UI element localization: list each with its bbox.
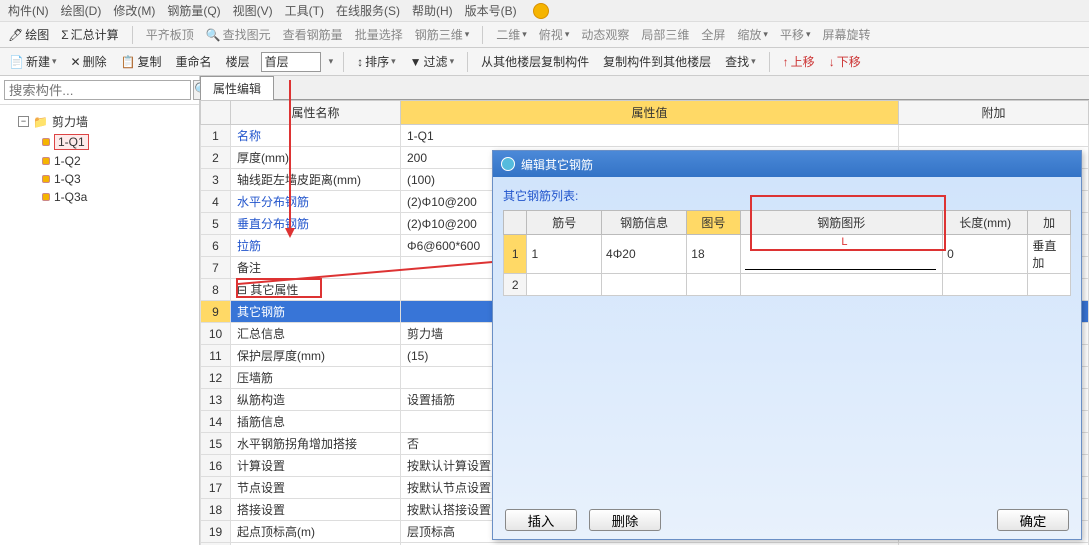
tb-top[interactable]: 俯视 ▾ — [537, 26, 572, 43]
folder-icon: 📁 — [33, 115, 48, 129]
floor-label: 楼层 — [223, 53, 253, 70]
dot-icon — [42, 175, 50, 183]
tb-level[interactable]: 平齐板顶 — [144, 26, 196, 43]
tb-rotate[interactable]: 屏幕旋转 — [820, 26, 872, 43]
tb-rename[interactable]: 重命名 — [173, 53, 215, 70]
rebar-row[interactable]: 2 — [504, 274, 1071, 296]
tb-copyfrom[interactable]: 从其他楼层复制构件 — [478, 53, 592, 70]
ok-button[interactable]: 确定 — [997, 509, 1069, 531]
app-icon — [501, 157, 515, 171]
tree-item-q2[interactable]: 1-Q2 — [4, 152, 195, 170]
dlg-col-num — [504, 211, 527, 235]
minus-icon[interactable]: − — [18, 116, 29, 127]
col-num — [201, 101, 231, 125]
menu-modify[interactable]: 修改(M) — [113, 2, 155, 19]
menu-bar: 构件(N) 绘图(D) 修改(M) 钢筋量(Q) 视图(V) 工具(T) 在线服… — [0, 0, 1089, 22]
edit-other-rebar-dialog: 编辑其它钢筋 其它钢筋列表: 筋号 钢筋信息 图号 钢筋图形 长度(mm) 加 … — [492, 150, 1082, 540]
tree-item-q3a[interactable]: 1-Q3a — [4, 188, 195, 206]
dialog-title-bar[interactable]: 编辑其它钢筋 — [493, 151, 1081, 177]
tb-pan[interactable]: 平移 ▾ — [778, 26, 813, 43]
menu-component[interactable]: 构件(N) — [8, 2, 49, 19]
tb-down[interactable]: ↓ 下移 — [826, 53, 864, 70]
menu-online[interactable]: 在线服务(S) — [336, 2, 400, 19]
dlg-col-info: 钢筋信息 — [602, 211, 687, 235]
insert-button[interactable]: 插入 — [505, 509, 577, 531]
dot-icon — [42, 193, 50, 201]
tb-batch[interactable]: 批量选择 — [353, 26, 405, 43]
dlg-col-fig: 图号 — [687, 211, 740, 235]
dlg-col-code: 筋号 — [527, 211, 602, 235]
dlg-col-shape: 钢筋图形 — [740, 211, 943, 235]
tb-copyto[interactable]: 复制构件到其他楼层 — [600, 53, 714, 70]
dot-icon — [42, 157, 50, 165]
tree-item-q3[interactable]: 1-Q3 — [4, 170, 195, 188]
search-input[interactable] — [4, 80, 191, 100]
rebar-list-label: 其它钢筋列表: — [503, 187, 1071, 204]
tb-zoom[interactable]: 缩放 ▾ — [735, 26, 770, 43]
rebar-table: 筋号 钢筋信息 图号 钢筋图形 长度(mm) 加 114Φ2018L0垂直加2 — [503, 210, 1071, 296]
tree-item-q1[interactable]: 1-Q1 — [4, 132, 195, 152]
tb-2d[interactable]: 二维 ▾ — [494, 26, 529, 43]
toolbar-view: 🖊 绘图 Σ 汇总计算 平齐板顶 🔍 查找图元 查看钢筋量 批量选择 钢筋三维 … — [0, 22, 1089, 48]
dlg-col-ext: 加 — [1028, 211, 1071, 235]
tab-properties[interactable]: 属性编辑 — [200, 76, 274, 100]
tb-rebar3d[interactable]: 钢筋三维 ▾ — [413, 26, 472, 43]
tb-local3d[interactable]: 局部三维 — [639, 26, 691, 43]
tb-sort[interactable]: ↕ 排序 ▾ — [354, 53, 399, 70]
dlg-col-len: 长度(mm) — [943, 211, 1028, 235]
tb-copy[interactable]: 📋 复制 — [118, 53, 165, 70]
floor-select[interactable]: 首层 — [261, 52, 321, 72]
toolbar-edit: 📄 新建 ▾ ✕ 删除 📋 复制 重命名 楼层 首层▾ ↕ 排序 ▾ ▼ 过滤 … — [0, 48, 1089, 76]
face-icon[interactable] — [533, 3, 549, 19]
property-row[interactable]: 1名称1-Q1 — [201, 125, 1089, 147]
tb-search[interactable]: 查找 ▾ — [722, 53, 759, 70]
tb-sum[interactable]: Σ 汇总计算 — [59, 26, 120, 43]
tb-full[interactable]: 全屏 — [699, 26, 727, 43]
tb-find[interactable]: 🔍 查找图元 — [204, 26, 273, 43]
tree-root[interactable]: − 📁 剪力墙 — [4, 111, 195, 132]
delete-button[interactable]: 删除 — [589, 509, 661, 531]
tb-draw[interactable]: 🖊 绘图 — [6, 26, 51, 43]
tb-filter[interactable]: ▼ 过滤 ▾ — [407, 53, 457, 70]
col-value: 属性值 — [401, 101, 899, 125]
component-tree-panel: 🔍 − 📁 剪力墙 1-Q1 1-Q2 1-Q3 1-Q3a — [0, 76, 200, 545]
menu-rebar[interactable]: 钢筋量(Q) — [167, 2, 220, 19]
dot-icon — [42, 138, 50, 146]
tb-up[interactable]: ↑ 上移 — [780, 53, 818, 70]
col-extra: 附加 — [898, 101, 1088, 125]
tb-viewrebar[interactable]: 查看钢筋量 — [281, 26, 345, 43]
col-name: 属性名称 — [231, 101, 401, 125]
rebar-row[interactable]: 114Φ2018L0垂直加 — [504, 235, 1071, 274]
tb-dyn[interactable]: 动态观察 — [579, 26, 631, 43]
tb-delete[interactable]: ✕ 删除 — [68, 53, 110, 70]
menu-help[interactable]: 帮助(H) — [412, 2, 453, 19]
menu-draw[interactable]: 绘图(D) — [61, 2, 102, 19]
menu-version[interactable]: 版本号(B) — [465, 2, 517, 19]
tb-new[interactable]: 📄 新建 ▾ — [6, 53, 60, 70]
menu-tools[interactable]: 工具(T) — [285, 2, 324, 19]
menu-view[interactable]: 视图(V) — [233, 2, 273, 19]
